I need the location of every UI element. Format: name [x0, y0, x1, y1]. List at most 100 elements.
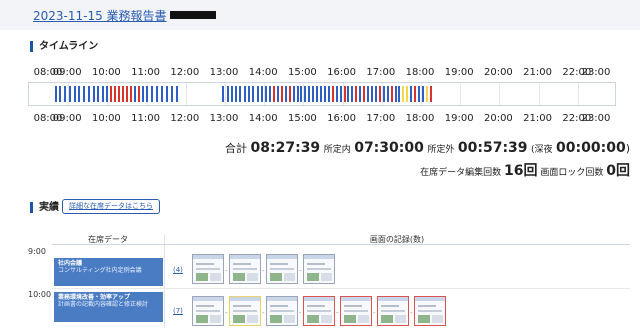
hour-label: 14:00 [248, 67, 278, 78]
thumbnail-content [344, 305, 362, 307]
hour-label: 20:00 [483, 67, 513, 78]
task-block[interactable]: 社内会議 コンサルティング社内定例会議 [54, 258, 163, 286]
task-title: 社内会議 [58, 260, 83, 267]
activity-stripe [110, 86, 113, 102]
screenshot-thumbnail[interactable] [229, 254, 261, 284]
screenshot-thumbnail[interactable] [303, 296, 335, 326]
thumbnail-content [307, 263, 325, 265]
hour-divider [538, 83, 540, 105]
report-title-link[interactable]: 2023-11-15 業務報告書 [33, 7, 216, 24]
thumbnail-content [304, 255, 334, 259]
thumbnail-content [233, 305, 251, 307]
hour-label: 09:00 [52, 67, 82, 78]
results-section-title: 実績 [30, 202, 59, 213]
activity-stripe [166, 86, 169, 102]
activity-stripe [351, 86, 354, 102]
activity-stripe [64, 86, 67, 102]
column-divider [164, 234, 165, 328]
thumbnail-content [321, 315, 332, 323]
activity-stripe [429, 86, 432, 102]
activity-stripe [323, 86, 326, 102]
hour-gridline [52, 288, 630, 289]
hour-label: 23:00 [581, 67, 611, 78]
screenshot-thumbnail[interactable] [303, 254, 335, 284]
hour-label: 14:00 [248, 113, 278, 124]
thumbnail-content [415, 297, 445, 301]
activity-stripe [308, 86, 311, 102]
screenshot-thumbnail[interactable] [377, 296, 409, 326]
thumbnail-content [193, 297, 223, 301]
activity-stripe [398, 86, 401, 102]
screenshot-thumbnail[interactable] [266, 296, 298, 326]
activity-stripe [176, 86, 179, 102]
task-description: 計画書の記載内容確認と修正検討 [58, 301, 149, 308]
thumbnail-content [233, 310, 257, 312]
activity-stripe [83, 86, 86, 102]
thumbnail-content [381, 305, 399, 307]
activity-stripe [122, 86, 125, 102]
screenshot-thumbnail[interactable] [229, 296, 261, 326]
thumbnail-content [270, 310, 294, 312]
detail-presence-link[interactable]: 詳細な在席データはこちら [62, 199, 160, 214]
activity-stripe [114, 86, 117, 102]
thumbnail-content [270, 273, 282, 281]
activity-stripe [235, 86, 238, 102]
activity-stripe [129, 86, 132, 102]
activity-stripe [126, 86, 128, 102]
night-value: 00:00:00 [556, 140, 626, 156]
thumbnail-content [270, 263, 288, 265]
hour-label: 18:00 [405, 113, 435, 124]
hour-label: 10:00 [91, 113, 121, 124]
lock-count-label: 画面ロック回数 [540, 168, 604, 178]
screenshot-thumbnail[interactable] [414, 296, 446, 326]
thumbnail-content [395, 315, 406, 323]
thumbnail-content [196, 268, 220, 270]
thumbnail-content [230, 255, 260, 259]
screenshot-thumbnail[interactable] [266, 254, 298, 284]
hour-divider [499, 83, 501, 105]
activity-stripe [265, 86, 268, 102]
thumbnail-content [381, 315, 393, 323]
activity-stripe [363, 86, 366, 102]
hour-label: 13:00 [209, 67, 239, 78]
hour-label: 16:00 [327, 67, 356, 78]
activity-stripe [300, 86, 303, 102]
hour-label: 12:00 [170, 113, 200, 124]
task-description: コンサルティング社内定例会議 [58, 267, 142, 274]
activity-stripe [226, 86, 229, 102]
thumbnail-content [284, 315, 295, 323]
thumbnail-content [230, 297, 260, 301]
activity-stripe [248, 86, 251, 102]
hour-label: 21:00 [523, 113, 552, 124]
screenshot-thumbnail[interactable] [192, 254, 224, 284]
task-block[interactable]: 業務環境改善・効率アップ 計画書の記載内容確認と修正検討 [54, 292, 163, 322]
thumbnail-content [270, 268, 294, 270]
timeline-hours-bottom: 08:00 09:00 10:00 11:00 12:00 13:00 14:00 15:00… [28, 112, 616, 126]
thumbnail-content [196, 315, 208, 323]
hour-label: 09:00 [52, 113, 82, 124]
activity-stripe [256, 86, 259, 102]
hour-label: 19:00 [444, 113, 474, 124]
summary-counts: 在席データ編集回数 16回 画面ロック回数 0回 [420, 160, 630, 180]
thumbnail-content [307, 310, 331, 312]
screenshot-thumbnail[interactable] [340, 296, 372, 326]
thumbnail-content [307, 273, 319, 281]
activity-stripe [402, 86, 405, 102]
thumbnail-content [233, 315, 245, 323]
activity-stripe [394, 86, 397, 102]
thumbnail-content [196, 263, 214, 265]
activity-stripe [343, 86, 346, 102]
activity-stripe [87, 86, 90, 102]
thumbnail-content [341, 297, 371, 301]
activity-stripe [312, 86, 315, 102]
task-title: 業務環境改善・効率アップ [58, 294, 131, 301]
screen-count-link[interactable]: (7) [173, 307, 183, 315]
activity-stripe [102, 86, 105, 102]
timeline-section-title: タイムライン [30, 41, 98, 52]
screen-count-link[interactable]: (4) [173, 266, 183, 274]
timeline-bar[interactable] [28, 82, 616, 106]
activity-stripe [367, 86, 370, 102]
activity-stripe [252, 86, 255, 102]
activity-stripe [320, 86, 323, 102]
screenshot-thumbnail[interactable] [192, 296, 224, 326]
